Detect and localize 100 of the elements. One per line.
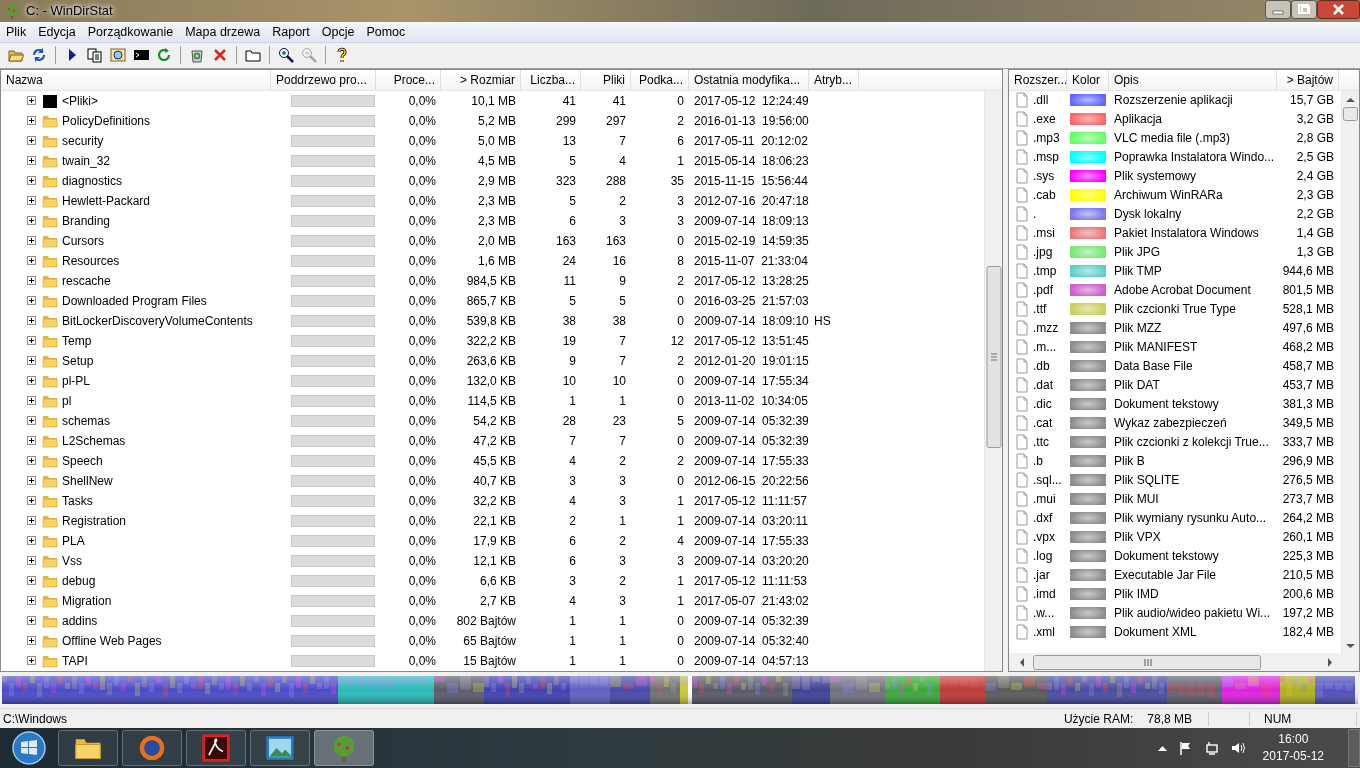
scroll-down-icon[interactable]	[1346, 643, 1355, 650]
expand-icon[interactable]	[27, 376, 36, 386]
column-header[interactable]: Nazwa	[1, 69, 271, 90]
folder-name[interactable]: debug	[62, 573, 96, 588]
expand-icon[interactable]	[27, 176, 36, 186]
expand-icon[interactable]	[27, 276, 36, 286]
expand-icon[interactable]	[27, 356, 36, 366]
file-extension[interactable]: .log	[1033, 549, 1053, 564]
expand-icon[interactable]	[27, 116, 36, 126]
folder-name[interactable]: BitLockerDiscoveryVolumeContents	[62, 313, 253, 328]
file-extension[interactable]: .imd	[1033, 587, 1056, 602]
file-extension[interactable]: .	[1033, 207, 1037, 222]
file-extension[interactable]: .m...	[1033, 340, 1057, 355]
expand-icon[interactable]	[27, 516, 36, 526]
file-extension[interactable]: .cat	[1033, 416, 1053, 431]
taskbar-button[interactable]	[58, 730, 118, 766]
menu-item[interactable]: Pomoc	[360, 24, 412, 39]
expand-icon[interactable]	[27, 536, 36, 546]
folder-name[interactable]: Resources	[62, 253, 120, 268]
folder-name[interactable]: Downloaded Program Files	[62, 293, 207, 308]
folder-name[interactable]: Branding	[62, 213, 111, 228]
show-hidden-icons-icon[interactable]	[1157, 745, 1167, 751]
folder-name[interactable]: schemas	[62, 413, 111, 428]
minimize-icon[interactable]	[1265, 0, 1291, 19]
column-header[interactable]: > Rozmiar	[441, 69, 521, 90]
expand-icon[interactable]	[27, 236, 36, 246]
file-extension[interactable]: .pdf	[1033, 283, 1053, 298]
file-extension[interactable]: .w...	[1033, 606, 1055, 621]
network-icon[interactable]	[1204, 741, 1219, 755]
expand-icon[interactable]	[27, 316, 36, 326]
expand-icon[interactable]	[27, 496, 36, 506]
folder-name[interactable]: Migration	[62, 593, 112, 608]
expand-icon[interactable]	[27, 336, 36, 346]
scrollbar-thumb[interactable]	[985, 265, 1002, 448]
column-header[interactable]: Proce...	[376, 69, 441, 90]
file-extension[interactable]: .xml	[1033, 625, 1055, 640]
file-extension[interactable]: .ttc	[1033, 435, 1049, 450]
scroll-up-icon[interactable]	[1346, 96, 1355, 103]
menu-item[interactable]: Raport	[266, 24, 316, 39]
expand-icon[interactable]	[27, 576, 36, 586]
folder-name[interactable]: ShellNew	[62, 473, 113, 488]
folder-name[interactable]: Vss	[62, 553, 82, 568]
taskbar-button[interactable]	[250, 730, 310, 766]
column-header[interactable]: Podka...	[631, 69, 689, 90]
expand-icon[interactable]	[27, 616, 36, 626]
scrollbar-thumb[interactable]	[1343, 106, 1358, 121]
column-header[interactable]: Poddrzewo pro...	[271, 69, 376, 90]
expand-icon[interactable]	[27, 396, 36, 406]
expand-icon[interactable]	[27, 596, 36, 606]
column-header[interactable]: Ostatnia modyfika...	[689, 69, 809, 90]
column-header[interactable]: Kolor	[1067, 69, 1109, 90]
clock-date[interactable]: 2017-05-12	[1262, 748, 1324, 765]
column-header[interactable]: Rozszer...	[1009, 69, 1067, 90]
folder-name[interactable]: Setup	[62, 353, 94, 368]
column-header[interactable]: Pliki	[581, 69, 631, 90]
refresh-icon[interactable]	[31, 47, 47, 64]
expand-icon[interactable]	[27, 416, 36, 426]
file-extension[interactable]: .exe	[1033, 112, 1056, 127]
file-extension[interactable]: .sql...	[1033, 473, 1062, 488]
file-extension[interactable]: .vpx	[1033, 530, 1055, 545]
expand-icon[interactable]	[27, 136, 36, 146]
expand-icon[interactable]	[27, 256, 36, 266]
menu-item[interactable]: Opcje	[315, 24, 361, 39]
menu-item[interactable]: Edycja	[32, 24, 82, 39]
file-extension[interactable]: .sys	[1033, 169, 1055, 184]
file-extension[interactable]: .jpg	[1033, 245, 1053, 260]
folder-name[interactable]: Hewlett-Packard	[62, 193, 151, 208]
recycle-bin-icon[interactable]	[189, 47, 205, 64]
file-extension[interactable]: .ttf	[1033, 302, 1047, 317]
close-icon[interactable]	[1317, 0, 1360, 19]
file-extension[interactable]: .dll	[1033, 93, 1049, 108]
file-extension[interactable]: .mp3	[1033, 131, 1060, 146]
expand-icon[interactable]	[27, 196, 36, 206]
expand-icon[interactable]	[27, 456, 36, 466]
folder-name[interactable]: Temp	[62, 333, 92, 348]
maximize-icon[interactable]	[1291, 0, 1317, 19]
expand-icon[interactable]	[27, 96, 36, 106]
file-extension[interactable]: .dic	[1033, 397, 1052, 412]
taskbar-button[interactable]	[186, 730, 246, 766]
folder-name[interactable]: pl-PL	[62, 373, 90, 388]
folder-name[interactable]: twain_32	[62, 153, 111, 168]
column-header[interactable]: Opis	[1109, 69, 1277, 90]
treemap-drawing[interactable]	[2, 676, 1358, 705]
folder-name[interactable]: Cursors	[62, 233, 104, 248]
scrollbar-thumb[interactable]	[1033, 654, 1261, 670]
folder-name[interactable]: PLA	[62, 533, 85, 548]
expand-icon[interactable]	[27, 556, 36, 566]
folder-name[interactable]: security	[62, 133, 104, 148]
file-extension[interactable]: .dat	[1033, 378, 1053, 393]
expand-icon[interactable]	[27, 476, 36, 486]
menu-item[interactable]: Porządkowanie	[81, 24, 180, 39]
folder-name[interactable]: pl	[62, 393, 72, 408]
zoom-in-icon[interactable]	[278, 47, 294, 64]
copy-icon[interactable]	[87, 47, 103, 64]
expand-icon[interactable]	[27, 636, 36, 646]
speaker-icon[interactable]	[1230, 741, 1245, 755]
folder-name[interactable]: addins	[62, 613, 98, 628]
file-extension[interactable]: .mzz	[1033, 321, 1059, 336]
column-header[interactable]: > Bajtów	[1277, 69, 1339, 90]
expand-icon[interactable]	[27, 156, 36, 166]
